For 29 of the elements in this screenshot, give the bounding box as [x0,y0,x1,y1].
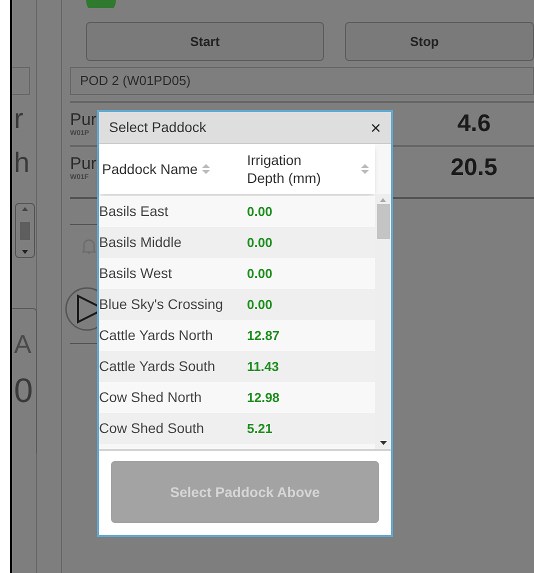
dialog-title: Select Paddock [109,118,206,137]
label-fragment: r [13,102,24,136]
scrollbar-thumb[interactable] [376,204,390,239]
column-header[interactable]: Paddock Name [99,158,247,180]
label-fragment: 0 [13,373,34,409]
paddock-row[interactable]: Cow Shed South 5.21 [99,413,375,444]
paddock-row[interactable]: Cattle Yards South 11.43 [99,351,375,382]
paddock-row[interactable]: Blue Sky's Crossing 0.00 [99,289,375,320]
paddock-row[interactable]: Basils Middle 0.00 [99,227,375,258]
start-button[interactable]: Start [86,22,324,61]
label-fragment: h [13,146,30,180]
close-button[interactable]: × [370,118,381,136]
reading-label: Pur [70,110,98,128]
dropdown[interactable]: POD 2 (W01PD05) [70,67,534,95]
column-header[interactable]: Irrigation Depth (mm) [247,151,375,187]
reading-label: Pur [70,154,98,172]
stop-button[interactable]: Stop [344,22,534,61]
input-field[interactable] [12,67,30,95]
reading-value: 4.6 [456,109,492,139]
scrollbar[interactable] [375,194,391,449]
reading-value: 20.5 [450,153,498,183]
sort-icon [202,163,210,175]
down-arrow-icon [22,250,28,254]
spinner-control[interactable] [15,203,35,258]
up-arrow-icon[interactable] [380,198,386,202]
down-arrow-icon[interactable] [380,441,386,445]
bell-icon [82,237,96,255]
up-arrow-icon [22,207,28,211]
sort-icon [361,163,369,175]
